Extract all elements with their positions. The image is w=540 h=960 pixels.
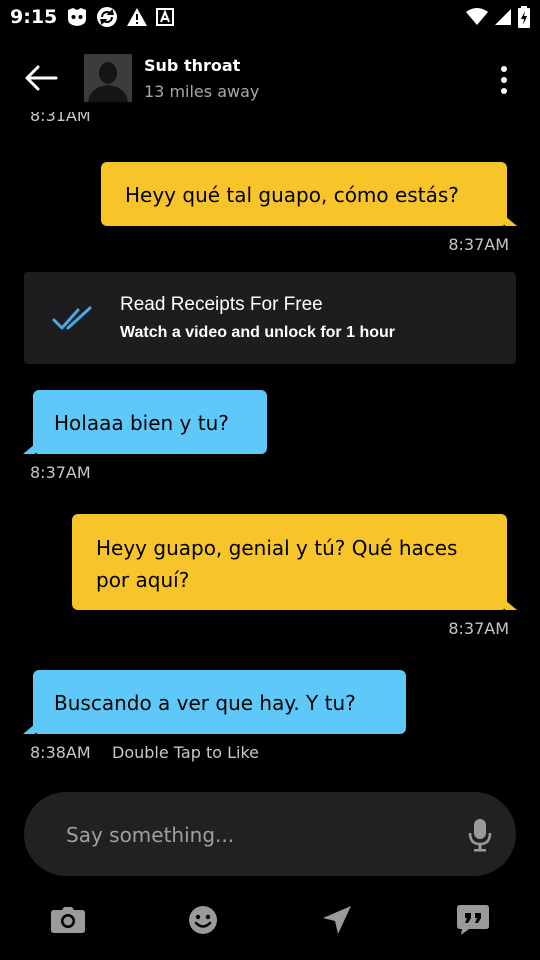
voice-message-button[interactable] — [467, 818, 493, 852]
message-text: Heyy guapo, genial y tú? Qué haces por a… — [96, 536, 458, 592]
quote-bubble-icon — [457, 905, 489, 935]
promo-subtitle: Watch a video and unlock for 1 hour — [120, 324, 395, 341]
camera-button[interactable] — [50, 902, 86, 938]
outgoing-message-bubble[interactable]: Heyy qué tal guapo, cómo estás? — [101, 162, 507, 226]
back-button[interactable] — [24, 62, 60, 94]
chat-header: Sub throat 13 miles away — [0, 42, 540, 114]
chat-toolbar — [0, 896, 540, 946]
emoji-button[interactable] — [185, 902, 221, 938]
promo-title: Read Receipts For Free — [120, 294, 323, 315]
bubble-tail — [23, 444, 35, 454]
message-text: Heyy qué tal guapo, cómo estás? — [125, 183, 459, 207]
battery-icon — [518, 6, 530, 32]
message-text: Buscando a ver que hay. Y tu? — [54, 691, 356, 715]
smiley-icon — [189, 906, 217, 934]
notification-icons — [66, 6, 174, 32]
message-composer — [24, 792, 516, 876]
incoming-message-bubble[interactable]: Buscando a ver que hay. Y tu? — [33, 670, 406, 734]
message-text: Holaaa bien y tu? — [54, 411, 229, 435]
message-timestamp: 8:38AM — [30, 743, 91, 762]
message-timestamp: 8:37AM — [448, 619, 509, 638]
outgoing-message-bubble[interactable]: Heyy guapo, genial y tú? Qué haces por a… — [72, 514, 507, 610]
location-arrow-icon — [323, 906, 351, 934]
send-location-button[interactable] — [319, 902, 355, 938]
status-time: 9:15 — [10, 6, 58, 28]
gamepad-icon — [66, 7, 88, 31]
arrow-left-icon — [25, 65, 58, 91]
wifi-icon — [466, 8, 488, 30]
person-silhouette-icon — [84, 54, 132, 102]
message-input[interactable] — [64, 814, 448, 856]
microphone-icon — [468, 819, 492, 852]
avatar[interactable] — [84, 54, 132, 102]
incoming-message-bubble[interactable]: Holaaa bien y tu? — [33, 390, 267, 454]
contact-distance: 13 miles away — [144, 82, 260, 101]
message-timestamp: 8:31AM — [30, 112, 91, 125]
kebab-menu-icon — [501, 66, 507, 94]
double-tap-hint: Double Tap to Like — [112, 743, 259, 762]
contact-name[interactable]: Sub throat — [144, 56, 240, 75]
status-bar: 9:15 — [0, 0, 540, 36]
message-timestamp: 8:37AM — [448, 235, 509, 254]
double-check-icon — [52, 306, 92, 330]
saved-phrases-button[interactable] — [455, 902, 491, 938]
sync-icon — [96, 6, 118, 32]
more-options-button[interactable] — [492, 62, 516, 98]
system-icons — [466, 6, 530, 32]
read-receipts-promo[interactable]: Read Receipts For Free Watch a video and… — [24, 272, 516, 364]
warning-icon — [126, 7, 148, 31]
bubble-tail — [23, 724, 35, 734]
message-timestamp: 8:37AM — [30, 463, 91, 482]
bubble-tail — [505, 216, 517, 226]
bubble-tail — [505, 600, 517, 610]
font-icon — [156, 8, 174, 30]
camera-icon — [51, 907, 85, 933]
signal-icon — [494, 8, 512, 30]
